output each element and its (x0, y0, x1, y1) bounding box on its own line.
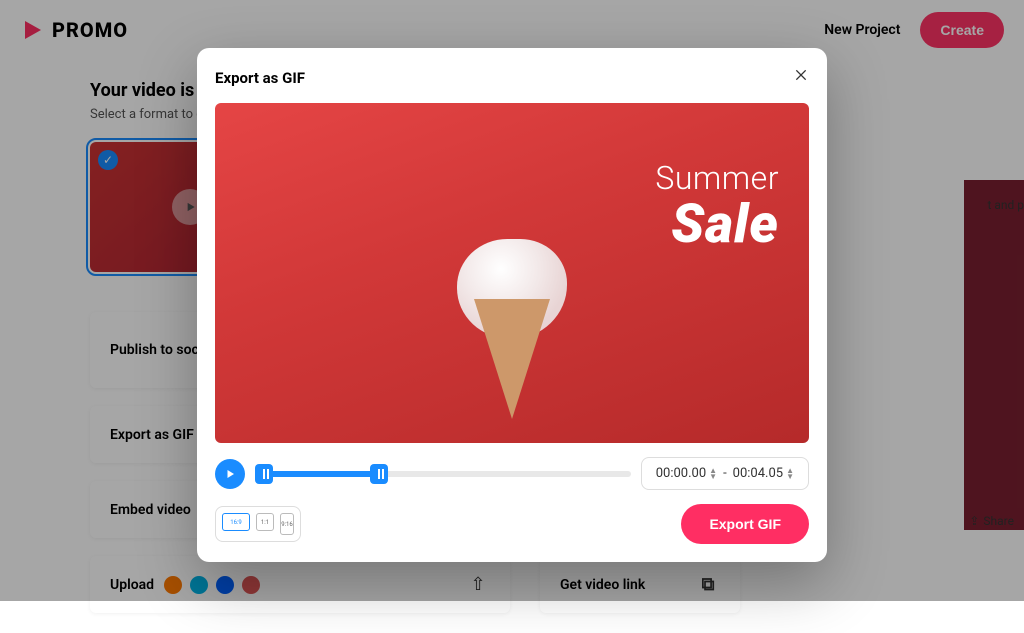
export-gif-modal: Export as GIF Summer Sale 00:00.00 ▲▼ - (197, 48, 827, 562)
modal-title: Export as GIF (215, 69, 305, 87)
close-button[interactable] (793, 66, 809, 89)
time-range-box: 00:00.00 ▲▼ - 00:04.05 ▲▼ (641, 457, 809, 490)
close-icon (793, 67, 809, 83)
trim-range[interactable] (255, 459, 631, 489)
stepper-icon[interactable]: ▲▼ (786, 468, 794, 480)
ratio-9-16[interactable]: 9:16 (280, 513, 294, 535)
preview-heading: Summer (655, 159, 779, 197)
time-start[interactable]: 00:00.00 ▲▼ (656, 466, 717, 481)
gif-preview: Summer Sale (215, 103, 809, 443)
ratio-1-1[interactable]: 1:1 (256, 513, 274, 531)
stepper-icon[interactable]: ▲▼ (709, 468, 717, 480)
aspect-ratio-picker: 16:9 1:1 9:16 (215, 506, 301, 542)
time-end[interactable]: 00:04.05 ▲▼ (733, 466, 794, 481)
play-icon (224, 468, 236, 480)
trim-handle-start[interactable] (255, 464, 273, 484)
time-start-value: 00:00.00 (656, 466, 706, 481)
trim-controls: 00:00.00 ▲▼ - 00:04.05 ▲▼ (215, 457, 809, 490)
preview-subheading: Sale (671, 193, 779, 256)
trim-handle-end[interactable] (370, 464, 388, 484)
ratio-16-9[interactable]: 16:9 (222, 513, 250, 531)
play-button[interactable] (215, 459, 245, 489)
time-separator: - (723, 466, 727, 481)
ice-cream-graphic (457, 239, 567, 419)
time-end-value: 00:04.05 (733, 466, 783, 481)
export-gif-button[interactable]: Export GIF (681, 504, 809, 544)
